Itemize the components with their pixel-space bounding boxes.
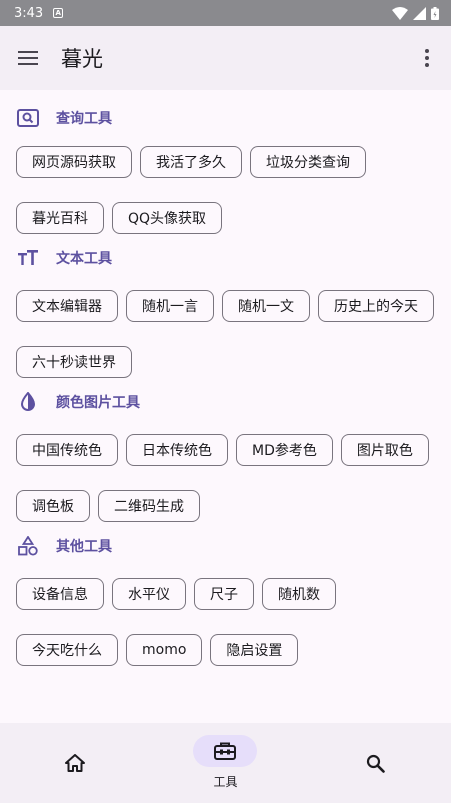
chip-tool[interactable]: 图片取色 xyxy=(340,434,429,466)
section-title: 查询工具 xyxy=(56,111,112,127)
nav-label: 工具 xyxy=(213,775,238,789)
nav-pill xyxy=(43,747,107,779)
status-bar: 3:43 A xyxy=(0,0,451,26)
section-title: 其他工具 xyxy=(56,539,112,555)
status-icons xyxy=(392,6,439,20)
section-header-query: 查询工具 xyxy=(0,90,451,146)
chip-tool[interactable]: QQ头像获取 xyxy=(112,202,223,234)
chip-tool[interactable]: 历史上的今天 xyxy=(318,290,434,322)
status-time: 3:43 xyxy=(14,5,44,21)
chip-tool[interactable]: momo xyxy=(126,634,203,666)
color-drop-icon xyxy=(16,390,40,414)
section-title: 颜色图片工具 xyxy=(56,395,140,411)
battery-icon xyxy=(431,6,439,20)
nav-pill-active xyxy=(193,735,258,767)
more-vert-icon xyxy=(425,49,429,67)
section-title: 文本工具 xyxy=(56,251,112,267)
text-size-icon xyxy=(16,246,40,270)
toolbox-icon xyxy=(214,742,237,760)
shapes-icon xyxy=(16,534,40,558)
search-icon xyxy=(367,754,386,773)
chip-tool[interactable]: 我活了多久 xyxy=(140,146,242,178)
menu-icon xyxy=(18,51,38,65)
chip-tool[interactable]: 随机一言 xyxy=(126,290,214,322)
nav-pill xyxy=(344,747,408,779)
home-icon xyxy=(65,754,86,772)
chip-tool[interactable]: 今天吃什么 xyxy=(16,634,118,666)
chip-tool[interactable]: 随机一文 xyxy=(222,290,310,322)
chip-tool[interactable]: 六十秒读世界 xyxy=(16,346,132,378)
nav-item-home[interactable] xyxy=(0,723,150,803)
chip-tool[interactable]: 网页源码获取 xyxy=(16,146,132,178)
chip-tool[interactable]: 中国传统色 xyxy=(16,434,118,466)
bottom-navigation: 工具 xyxy=(0,723,451,803)
menu-button[interactable] xyxy=(0,26,56,90)
chip-tool[interactable]: 调色板 xyxy=(16,490,90,522)
chip-tool[interactable]: 垃圾分类查询 xyxy=(250,146,366,178)
top-app-bar: 暮光 xyxy=(0,26,451,90)
signal-icon xyxy=(413,6,426,20)
section-header-text: 文本工具 xyxy=(0,242,451,274)
notification-icon: A xyxy=(53,8,64,18)
search-box-icon xyxy=(16,106,40,130)
nav-item-search[interactable] xyxy=(301,723,451,803)
nav-item-tools[interactable]: 工具 xyxy=(150,723,300,803)
chip-tool[interactable]: 文本编辑器 xyxy=(16,290,118,322)
chip-tool[interactable]: 尺子 xyxy=(194,578,254,610)
page-title: 暮光 xyxy=(61,47,103,71)
chip-tool[interactable]: 隐启设置 xyxy=(210,634,299,666)
chip-tool[interactable]: MD参考色 xyxy=(236,434,333,466)
chip-tool[interactable]: 日本传统色 xyxy=(126,434,228,466)
chip-tool[interactable]: 随机数 xyxy=(262,578,336,610)
more-options-button[interactable] xyxy=(403,26,451,90)
chip-tool[interactable]: 二维码生成 xyxy=(98,490,200,522)
wifi-icon xyxy=(392,6,408,20)
chip-group-other: 设备信息 水平仪 尺子 随机数 今天吃什么 momo 隐启设置 xyxy=(0,578,451,690)
chip-tool[interactable]: 暮光百科 xyxy=(16,202,104,234)
section-header-color: 颜色图片工具 xyxy=(0,386,451,418)
chip-tool[interactable]: 设备信息 xyxy=(16,578,104,610)
section-header-other: 其他工具 xyxy=(0,530,451,562)
chip-tool[interactable]: 水平仪 xyxy=(112,578,186,610)
tools-content[interactable]: 查询工具 网页源码获取 我活了多久 垃圾分类查询 暮光百科 QQ头像获取 文本工… xyxy=(0,90,451,723)
